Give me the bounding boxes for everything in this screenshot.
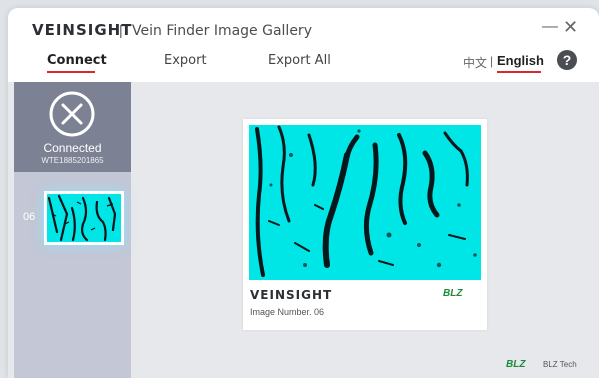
- app-logo: VEINSIGHT: [32, 21, 133, 39]
- language-english[interactable]: English: [497, 53, 544, 68]
- footer-brand-logo: BLZ: [506, 359, 526, 370]
- tab-connect[interactable]: Connect: [47, 53, 107, 68]
- tab-export-all[interactable]: Export All: [268, 53, 331, 68]
- footer-brand-text: BLZ Tech: [543, 360, 577, 369]
- header: VEINSIGHT | Vein Finder Image Gallery — …: [8, 8, 599, 82]
- minimize-button[interactable]: —: [542, 18, 558, 36]
- active-tab-underline: [47, 71, 95, 73]
- help-icon[interactable]: ?: [557, 50, 577, 70]
- language-chinese[interactable]: 中文: [463, 54, 487, 71]
- app-window: VEINSIGHT | Vein Finder Image Gallery — …: [8, 8, 599, 378]
- device-serial: WTE1885201865: [41, 156, 104, 165]
- app-title: Vein Finder Image Gallery: [132, 23, 312, 39]
- language-separator: |: [490, 54, 494, 68]
- device-sidebar: Connected WTE1885201865 06: [14, 82, 131, 378]
- vein-image: [249, 125, 481, 280]
- active-language-underline: [497, 71, 541, 73]
- circle-x-icon[interactable]: [48, 90, 96, 138]
- thumbnail-number: 06: [23, 211, 36, 223]
- thumbnail-image[interactable]: [44, 191, 124, 245]
- title-separator: |: [119, 22, 123, 38]
- vein-image-icon: [249, 125, 481, 280]
- vein-thumbnail-icon: [47, 194, 121, 242]
- thumbnail-item[interactable]: 06: [14, 183, 131, 245]
- device-panel: Connected WTE1885201865: [14, 82, 131, 172]
- card-logo: VEINSIGHT: [250, 288, 333, 302]
- close-button[interactable]: ✕: [563, 17, 578, 38]
- tab-export[interactable]: Export: [164, 53, 207, 68]
- card-brand-logo: BLZ: [443, 288, 463, 299]
- image-caption: Image Number. 06: [250, 307, 325, 317]
- connection-status: Connected: [43, 141, 102, 155]
- gallery-card[interactable]: VEINSIGHT Image Number. 06 BLZ: [243, 119, 487, 330]
